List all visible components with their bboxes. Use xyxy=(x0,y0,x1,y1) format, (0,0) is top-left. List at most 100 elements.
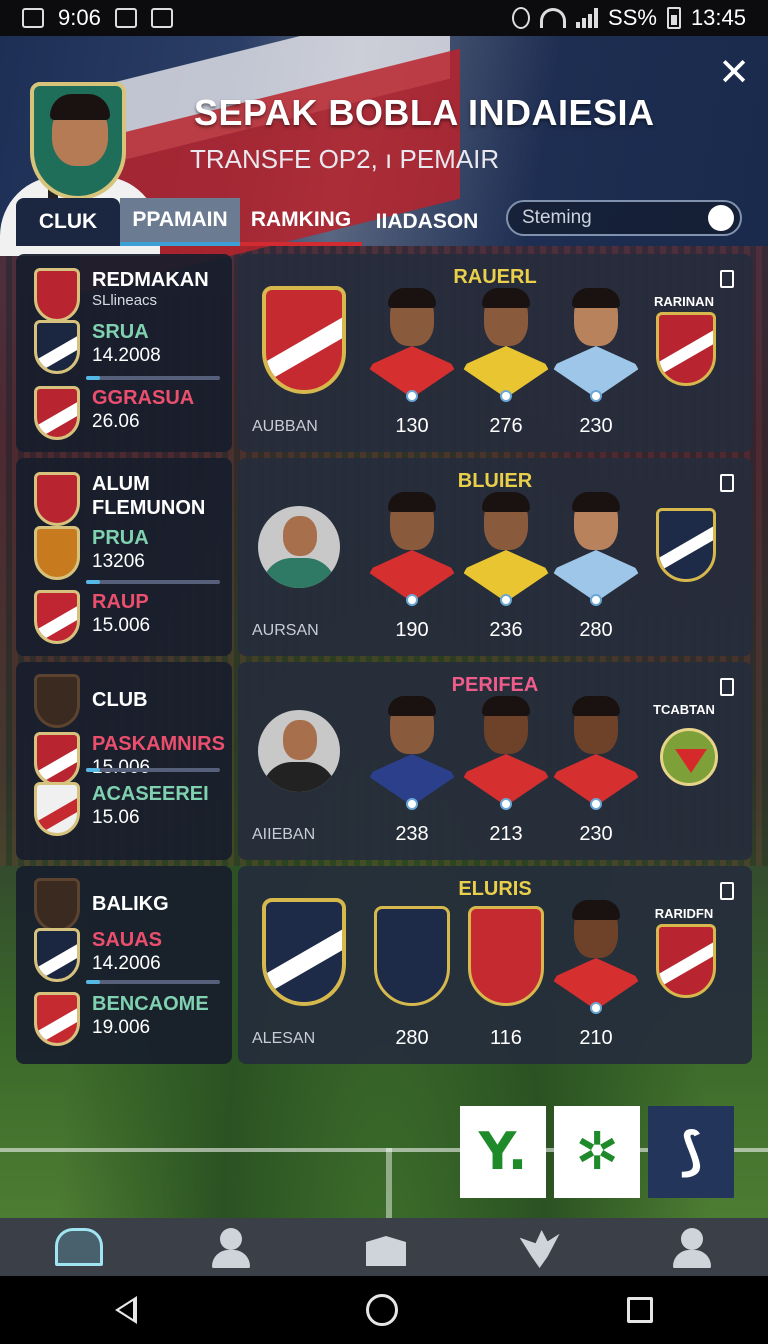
club-name: RAUP xyxy=(92,591,149,613)
streaming-toggle[interactable]: Steming xyxy=(506,200,742,236)
club-value: 14.2006 xyxy=(92,953,161,974)
player-rating: 230 xyxy=(579,415,613,437)
tab-club[interactable]: CLUK xyxy=(16,198,120,246)
club-emblem-icon xyxy=(262,898,346,1006)
list-item[interactable]: REDMAKAN SLlineacs SRUA 14.2008 GGRASUA … xyxy=(16,254,752,452)
club-crest-icon xyxy=(34,782,80,836)
club-name: REDMAKAN xyxy=(92,269,209,291)
nav-inbox-icon[interactable] xyxy=(354,1222,414,1272)
club-name: SRUA xyxy=(92,321,149,343)
system-nav-bar xyxy=(0,1276,768,1344)
club-value: 19.006 xyxy=(92,1017,151,1038)
club-name: PRUA xyxy=(92,527,149,549)
bookmark-icon[interactable] xyxy=(720,474,734,492)
nav-profile-icon[interactable] xyxy=(200,1222,260,1272)
garuda-emblem-icon xyxy=(374,906,450,1006)
status-time-right: 13:45 xyxy=(690,5,746,30)
card-caption: ALESAN xyxy=(252,1030,316,1047)
club-info-card: ALUM FLEMUNON PRUA 13206 RAUP 15.006 xyxy=(16,458,232,656)
player-card[interactable]: PERIFEA TCABTAN AIIEBAN 238 213 230 xyxy=(238,662,752,860)
club-label: TCABTAN xyxy=(653,702,715,717)
action-button-y[interactable]: Y. xyxy=(460,1106,546,1198)
tab-season[interactable]: IIADASON xyxy=(362,198,492,246)
club-name: SAUAS xyxy=(92,929,163,951)
club-info-card: CLUB PASKAMNIRS 15.006 ACASEEREI 15.06 xyxy=(16,662,232,860)
signal-icon xyxy=(576,8,599,28)
club-name: ACASEEREI xyxy=(92,783,209,805)
player-card[interactable]: RAUERL RARINAN AUBBAN 130 276 230 xyxy=(238,254,752,452)
notification-icon xyxy=(114,8,137,28)
list-item[interactable]: ALUM FLEMUNON PRUA 13206 RAUP 15.006 BLU… xyxy=(16,458,752,656)
hero-player-badge xyxy=(30,82,126,200)
progress-bar xyxy=(86,580,220,584)
profile-notification-icon xyxy=(150,8,173,28)
club-crest-icon xyxy=(34,526,80,580)
hero-hair xyxy=(50,94,110,120)
action-button-shield[interactable]: ⟆ xyxy=(648,1106,734,1198)
club-emblem-icon xyxy=(468,906,544,1006)
card-caption: AIIEBAN xyxy=(252,826,316,843)
battery-icon xyxy=(666,7,681,29)
tab-ranking[interactable]: RAMKING xyxy=(240,198,362,246)
card-caption: AUBBAN xyxy=(252,418,318,435)
nav-account-icon[interactable] xyxy=(661,1222,721,1272)
status-time-left: 9:06 xyxy=(58,5,101,30)
club-value: 15.006 xyxy=(92,615,151,636)
player-avatar[interactable] xyxy=(366,492,458,612)
bottom-nav xyxy=(0,1218,768,1276)
home-icon[interactable] xyxy=(365,1294,398,1326)
nav-garuda-icon[interactable] xyxy=(508,1222,568,1272)
player-avatar[interactable] xyxy=(460,288,552,408)
club-crest-icon xyxy=(34,268,80,322)
club-value: 26.06 xyxy=(92,411,140,432)
player-rating: 280 xyxy=(395,1027,429,1049)
club-name: GGRASUA xyxy=(92,387,195,409)
page-title: SEPAK BOBLA INDAIESIA xyxy=(194,92,655,133)
player-rating: 213 xyxy=(489,823,523,845)
club-crest-icon xyxy=(34,472,80,526)
player-card[interactable]: BLUIER AURSAN 190 236 280 xyxy=(238,458,752,656)
club-crest-icon xyxy=(656,924,716,998)
club-value: 15.06 xyxy=(92,807,140,828)
nav-home-icon[interactable] xyxy=(47,1222,107,1272)
club-name: CLUB xyxy=(92,689,148,711)
club-label: RARIDFN xyxy=(654,906,714,921)
list-item[interactable]: BALIKG SAUAS 14.2006 BENCAOME 19.006 ELU… xyxy=(16,866,752,1064)
player-rating: 276 xyxy=(489,415,523,437)
player-avatar[interactable] xyxy=(550,900,642,1020)
player-portrait[interactable] xyxy=(258,710,340,792)
player-avatar[interactable] xyxy=(550,288,642,408)
status-bar: 9:06 SS% 13:45 xyxy=(0,0,768,36)
list-item[interactable]: CLUB PASKAMNIRS 15.006 ACASEEREI 15.06 xyxy=(16,662,752,860)
player-avatar[interactable] xyxy=(460,492,552,612)
recents-icon[interactable] xyxy=(627,1297,654,1323)
player-rating: 236 xyxy=(489,619,523,641)
player-card[interactable]: ELURIS RARIDFN ALESAN 280 116 210 xyxy=(238,866,752,1064)
player-portrait[interactable] xyxy=(258,506,340,588)
tab-pemain[interactable]: PPAMAIN xyxy=(120,198,240,246)
player-avatar[interactable] xyxy=(366,696,458,816)
club-crest-icon xyxy=(660,728,718,786)
club-label: RARINAN xyxy=(654,294,714,309)
card-title: BLUIER xyxy=(457,470,533,492)
player-avatar[interactable] xyxy=(366,288,458,408)
club-subtitle: SLlineacs xyxy=(92,292,158,309)
back-icon[interactable] xyxy=(114,1296,137,1324)
player-rating: 238 xyxy=(395,823,429,845)
toggle-knob[interactable] xyxy=(708,205,734,231)
player-rating: 190 xyxy=(395,619,429,641)
progress-bar xyxy=(86,980,220,984)
toggle-label: Steming xyxy=(522,207,592,228)
bookmark-icon[interactable] xyxy=(720,270,734,288)
close-icon[interactable]: ✕ xyxy=(716,54,752,92)
club-name: ALUM xyxy=(92,473,150,495)
action-button-star[interactable]: ✲ xyxy=(554,1106,640,1198)
player-avatar[interactable] xyxy=(550,696,642,816)
bookmark-icon[interactable] xyxy=(720,678,734,696)
bookmark-icon[interactable] xyxy=(720,882,734,900)
club-info-card: REDMAKAN SLlineacs SRUA 14.2008 GGRASUA … xyxy=(16,254,232,452)
player-avatar[interactable] xyxy=(460,696,552,816)
player-rating: 210 xyxy=(579,1027,613,1049)
player-avatar[interactable] xyxy=(550,492,642,612)
alarm-icon xyxy=(512,7,531,29)
